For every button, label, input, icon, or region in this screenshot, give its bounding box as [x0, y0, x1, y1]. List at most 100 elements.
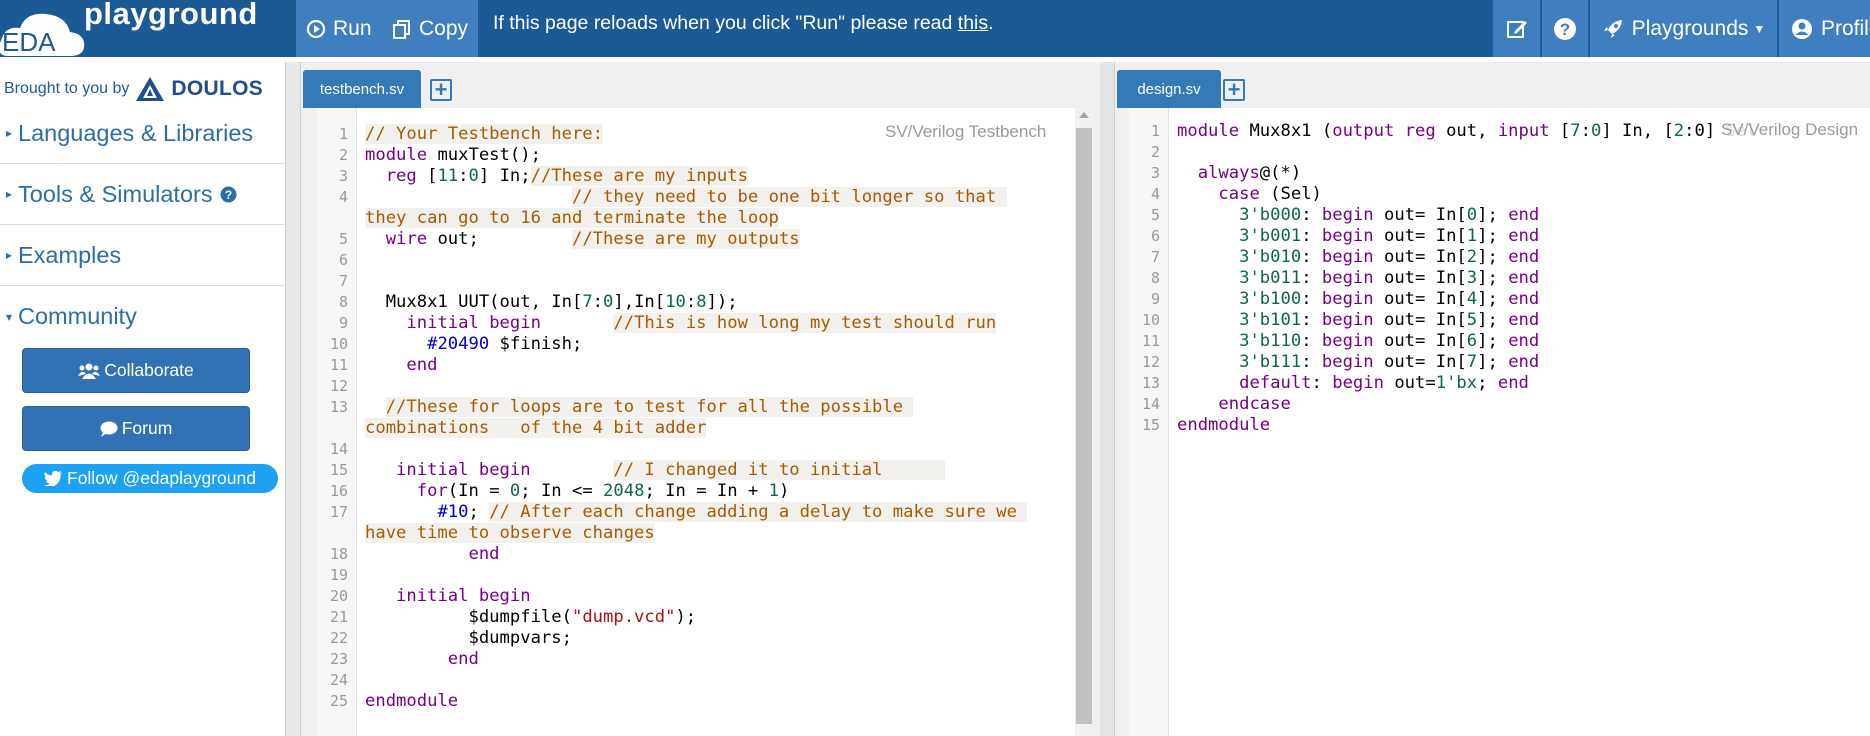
code-line[interactable]: 3'b011: begin out= In[3]; end: [1177, 268, 1539, 289]
code-line[interactable]: 3'b101: begin out= In[5]; end: [1177, 310, 1539, 331]
code-line[interactable]: initial begin //This is how long my test…: [365, 313, 997, 334]
code-line[interactable]: endmodule: [365, 691, 458, 712]
doulos-brand[interactable]: DOULOS: [171, 77, 263, 101]
code-token: 3'b010: [1239, 247, 1302, 267]
sidebar-item-examples[interactable]: ▸ Examples: [0, 225, 286, 286]
code-line[interactable]: default: begin out=1'bx; end: [1177, 373, 1529, 394]
line-number: 15: [1141, 416, 1160, 434]
code-token: ;: [1477, 373, 1498, 393]
add-file-testbench-icon[interactable]: +: [430, 79, 452, 101]
edit-button[interactable]: [1493, 0, 1540, 57]
code-line[interactable]: case (Sel): [1177, 184, 1322, 205]
playgrounds-menu[interactable]: Playgrounds ▼: [1590, 0, 1777, 57]
code-line[interactable]: end: [365, 355, 437, 376]
code-token: end: [406, 355, 438, 375]
edit-icon: [1506, 20, 1527, 38]
code-token: 1: [1466, 226, 1478, 246]
tab-design-label: design.sv: [1137, 80, 1201, 98]
code-line[interactable]: combinations of the 4 bit adder: [365, 418, 707, 439]
add-file-design-icon[interactable]: +: [1223, 79, 1245, 101]
pane-splitter[interactable]: [1100, 62, 1114, 736]
code-token: [: [1549, 121, 1571, 141]
code-line[interactable]: end: [365, 544, 499, 565]
eda-cloud-logo-icon[interactable]: EDA: [0, 8, 86, 58]
code-line[interactable]: end: [365, 649, 479, 670]
code-line[interactable]: 3'b111: begin out= In[7]; end: [1177, 352, 1539, 373]
code-token: :: [1301, 310, 1322, 330]
line-number: 17: [329, 503, 348, 521]
code-line[interactable]: initial begin // I changed it to initial: [365, 460, 945, 481]
line-number: 3: [1150, 164, 1160, 182]
code-line[interactable]: //These for loops are to test for all th…: [365, 397, 914, 418]
reload-notice-link[interactable]: this: [958, 12, 988, 34]
rocket-icon: [1603, 19, 1622, 38]
testbench-scrollbar[interactable]: [1075, 108, 1093, 736]
code-line[interactable]: 3'b001: begin out= In[1]; end: [1177, 226, 1539, 247]
line-number: 10: [329, 335, 348, 353]
collaborate-button[interactable]: Collaborate: [22, 348, 250, 393]
copy-button[interactable]: Copy: [382, 0, 478, 57]
sidebar-item-tools[interactable]: ▸ Tools & Simulators ?: [0, 164, 286, 225]
tab-testbench[interactable]: testbench.sv: [303, 70, 421, 108]
code-line[interactable]: wire out; //These are my outputs: [365, 229, 800, 250]
code-token: combinations of the 4 bit adder: [365, 418, 707, 438]
code-token: 3'b101: [1239, 310, 1302, 330]
sidebar-item-languages[interactable]: ▸ Languages & Libraries: [0, 103, 286, 164]
code-line[interactable]: reg [11:0] In;//These are my inputs: [365, 166, 748, 187]
code-token: always: [1197, 163, 1260, 183]
code-line[interactable]: module Mux8x1 (output reg out, input [7:…: [1177, 121, 1757, 142]
code-token: //These are my outputs: [571, 229, 800, 249]
code-line[interactable]: they can go to 16 and terminate the loop: [365, 208, 779, 229]
follow-twitter-button[interactable]: Follow @edaplayground: [22, 464, 278, 493]
line-number: 19: [329, 566, 348, 584]
code-token: //These are my inputs: [530, 166, 748, 186]
code-line[interactable]: always@(*): [1177, 163, 1302, 184]
forum-button[interactable]: Forum: [22, 406, 250, 451]
tab-testbench-label: testbench.sv: [319, 80, 405, 98]
code-line[interactable]: #10; // After each change adding a delay…: [365, 502, 1028, 523]
code-line[interactable]: 3'b100: begin out= In[4]; end: [1177, 289, 1539, 310]
code-line[interactable]: // they need to be one bit longer so tha…: [365, 187, 1007, 208]
line-number: 22: [329, 629, 348, 647]
code-token: ];: [1477, 226, 1509, 246]
testbench-scroll-thumb[interactable]: [1076, 128, 1092, 724]
code-token: out= In[: [1373, 331, 1467, 351]
code-line[interactable]: endcase: [1177, 394, 1290, 415]
code-line[interactable]: for(In = 0; In <= 2048; In = In + 1): [365, 481, 790, 502]
doulos-logo-icon[interactable]: [135, 76, 165, 102]
scroll-up-arrow-icon[interactable]: [1079, 112, 1089, 118]
sidebar-item-community[interactable]: ▾ Community: [0, 286, 286, 347]
code-token: out= In[: [1373, 226, 1467, 246]
design-editor[interactable]: 1 module Mux8x1 (output reg out, input [7…: [1129, 108, 1870, 736]
code-token: $finish;: [489, 334, 583, 354]
code-line[interactable]: have time to observe changes: [365, 523, 655, 544]
code-line[interactable]: module muxTest();: [365, 145, 541, 166]
code-line[interactable]: // Your Testbench here:: [365, 124, 603, 145]
logo-playground-text[interactable]: playground: [84, 0, 258, 32]
tab-design[interactable]: design.sv: [1117, 70, 1221, 108]
code-line[interactable]: 3'b010: begin out= In[2]; end: [1177, 247, 1539, 268]
sidebar-splitter[interactable]: [286, 62, 300, 736]
code-line[interactable]: Mux8x1 UUT(out, In[7:0],In[10:8]);: [365, 292, 738, 313]
code-token: // After each change adding a delay to m…: [489, 502, 1028, 522]
code-line[interactable]: 3'b000: begin out= In[0]; end: [1177, 205, 1539, 226]
line-number: 15: [329, 461, 348, 479]
code-line[interactable]: endmodule: [1177, 415, 1270, 436]
code-token: initial: [396, 586, 469, 606]
code-token: $dumpvars;: [365, 628, 572, 648]
question-circle-icon[interactable]: ?: [220, 186, 237, 203]
code-line[interactable]: $dumpvars;: [365, 628, 572, 649]
help-button[interactable]: ?: [1542, 0, 1588, 57]
run-button[interactable]: Run: [296, 0, 384, 57]
testbench-editor[interactable]: 1 // Your Testbench here: 2 module muxTest(…: [317, 108, 1093, 736]
code-line[interactable]: 3'b110: begin out= In[6]; end: [1177, 331, 1539, 352]
code-line[interactable]: $dumpfile("dump.vcd");: [365, 607, 696, 628]
code-token: endmodule: [365, 691, 459, 711]
code-line[interactable]: initial begin: [365, 586, 531, 607]
profile-menu[interactable]: Profile: [1779, 0, 1870, 57]
code-token: :: [1301, 226, 1322, 246]
code-line[interactable]: #20490 $finish;: [365, 334, 582, 355]
